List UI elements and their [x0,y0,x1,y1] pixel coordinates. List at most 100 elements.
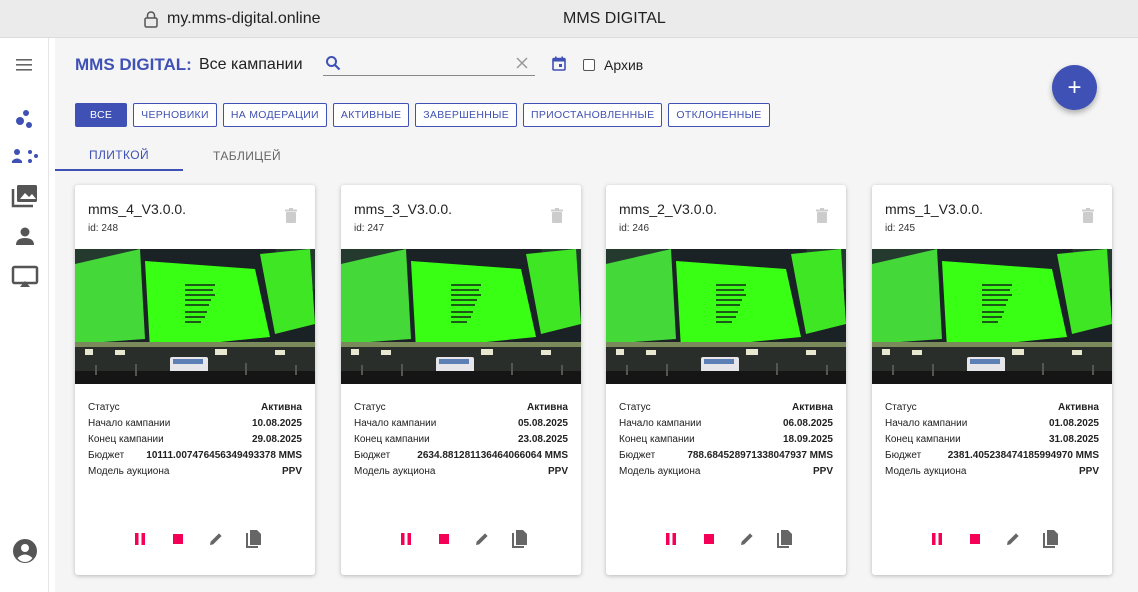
status-label: Статус [885,401,917,413]
budget-label: Бюджет [885,449,922,461]
person-icon[interactable] [8,221,42,251]
campaign-preview-image [341,249,581,384]
filter-paused[interactable]: ПРИОСТАНОВЛЕННЫЕ [523,103,663,127]
card-actions [926,528,1066,550]
url-text[interactable]: my.mms-digital.online [167,10,321,28]
filter-moderation[interactable]: НА МОДЕРАЦИИ [222,103,327,127]
budget-label: Бюджет [354,449,391,461]
end-value: 31.08.2025 [1048,433,1099,445]
campaign-details: Статус Активна Начало кампании 06.08.2025 … [619,399,833,479]
budget-label: Бюджет [619,449,656,461]
filter-all[interactable]: ВСЕ [75,103,128,127]
search-input[interactable] [347,53,507,73]
status-value: Активна [1057,401,1099,413]
status-value: Активна [260,401,302,413]
filter-completed[interactable]: ЗАВЕРШЕННЫЕ [415,103,518,127]
filter-drafts[interactable]: ЧЕРНОВИКИ [133,103,217,127]
campaign-preview-image [872,249,1112,384]
stop-icon[interactable] [964,528,986,550]
search-icon [326,56,341,71]
filter-active[interactable]: АКТИВНЫЕ [332,103,410,127]
model-value: PPV [1078,465,1099,477]
tab-tiles[interactable]: ПЛИТКОЙ [55,141,183,171]
pause-icon[interactable] [129,528,151,550]
status-label: Статус [354,401,386,413]
campaign-card[interactable]: mms_2_V3.0.0. id: 246 Статус Активна Нача… [606,185,846,575]
browser-bar: my.mms-digital.online MMS DIGITAL [0,0,1138,38]
stop-icon[interactable] [167,528,189,550]
campaign-preview-image [606,249,846,384]
budget-value: 10111.007476456349493378 MMS [146,449,302,461]
brand-title: MMS DIGITAL: [75,55,192,74]
campaign-details: Статус Активна Начало кампании 01.08.2025 … [885,399,1099,479]
budget-value: 788.684528971338047937 MMS [687,449,833,461]
pause-icon[interactable] [926,528,948,550]
model-value: PPV [281,465,302,477]
campaign-card[interactable]: mms_4_V3.0.0. id: 248 Статус Активна Нача… [75,185,315,575]
start-value: 06.08.2025 [782,417,833,429]
menu-icon[interactable] [8,50,42,80]
start-value: 05.08.2025 [517,417,568,429]
budget-value: 2634.881281136464066064 MMS [417,449,568,461]
main-content: MMS DIGITAL: Все кампании Архив + ВСЕ ЧЕ… [55,38,1138,592]
model-label: Модель аукциона [885,465,967,477]
budget-label: Бюджет [88,449,125,461]
stop-icon[interactable] [433,528,455,550]
search-field[interactable] [323,51,535,76]
bubble-chart-icon[interactable] [8,103,42,133]
archive-label: Архив [604,57,644,73]
end-label: Конец кампании [354,433,430,445]
edit-icon[interactable] [471,528,493,550]
calendar-icon[interactable] [552,56,566,71]
campaign-name: mms_4_V3.0.0. [88,201,187,217]
copy-icon[interactable] [509,528,531,550]
card-actions [660,528,800,550]
campaign-preview-image [75,249,315,384]
cast-icon[interactable] [8,262,42,292]
budget-value: 2381.405238474185994970 MMS [947,449,1099,461]
status-label: Статус [88,401,120,413]
stop-icon[interactable] [698,528,720,550]
group-icon[interactable] [8,141,42,171]
start-label: Начало кампании [88,417,171,429]
copy-icon[interactable] [1040,528,1062,550]
edit-icon[interactable] [1002,528,1024,550]
delete-icon[interactable] [551,208,563,223]
add-campaign-button[interactable]: + [1052,65,1097,110]
campaign-name: mms_1_V3.0.0. [885,201,984,217]
photo-library-icon[interactable] [8,181,42,211]
tab-table[interactable]: ТАБЛИЦЕЙ [183,141,311,171]
campaign-card[interactable]: mms_1_V3.0.0. id: 245 Статус Активна Нача… [872,185,1112,575]
edit-icon[interactable] [736,528,758,550]
card-actions [129,528,269,550]
status-label: Статус [619,401,651,413]
start-value: 01.08.2025 [1048,417,1099,429]
model-label: Модель аукциона [88,465,170,477]
copy-icon[interactable] [774,528,796,550]
model-value: PPV [547,465,568,477]
status-filters: ВСЕ ЧЕРНОВИКИ НА МОДЕРАЦИИ АКТИВНЫЕ ЗАВЕ… [75,103,770,127]
copy-icon[interactable] [243,528,265,550]
delete-icon[interactable] [285,208,297,223]
campaign-id: id: 247 [354,223,385,234]
end-label: Конец кампании [619,433,695,445]
side-nav [0,38,49,592]
start-label: Начало кампании [619,417,702,429]
account-circle-icon[interactable] [8,536,42,566]
pause-icon[interactable] [395,528,417,550]
campaign-card[interactable]: mms_3_V3.0.0. id: 247 Статус Активна Нача… [341,185,581,575]
edit-icon[interactable] [205,528,227,550]
archive-checkbox[interactable] [583,59,595,71]
pause-icon[interactable] [660,528,682,550]
filter-rejected[interactable]: ОТКЛОНЕННЫЕ [668,103,770,127]
model-label: Модель аукциона [354,465,436,477]
close-icon[interactable] [515,56,529,70]
status-value: Активна [791,401,833,413]
campaign-name: mms_2_V3.0.0. [619,201,718,217]
end-label: Конец кампании [88,433,164,445]
end-value: 23.08.2025 [517,433,568,445]
delete-icon[interactable] [816,208,828,223]
status-value: Активна [526,401,568,413]
card-actions [395,528,535,550]
delete-icon[interactable] [1082,208,1094,223]
